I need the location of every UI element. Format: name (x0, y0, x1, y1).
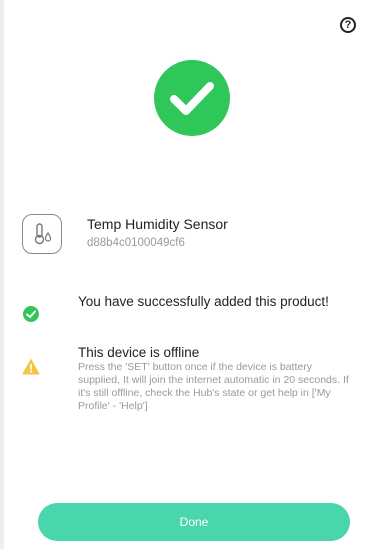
success-text: You have successfully added this product… (78, 294, 329, 309)
add-device-result-screen: ? Temp Humidity Sensor d88b4c0100049cf6 … (0, 0, 370, 549)
left-edge-divider (0, 0, 4, 549)
device-id: d88b4c0100049cf6 (87, 237, 185, 249)
success-message: You have successfully added this product… (22, 293, 352, 339)
question-circle-icon: ? (344, 18, 352, 31)
device-info: Temp Humidity Sensor d88b4c0100049cf6 (22, 212, 352, 262)
help-button[interactable]: ? (340, 17, 356, 33)
offline-message: This device is offline Press the 'SET' b… (22, 344, 352, 464)
check-circle-small-icon (22, 305, 40, 323)
done-button[interactable]: Done (38, 503, 350, 541)
warning-triangle-icon (22, 358, 40, 376)
device-name: Temp Humidity Sensor (87, 216, 228, 232)
offline-instructions: Press the 'SET' button once if the devic… (78, 361, 349, 412)
offline-title: This device is offline (78, 345, 200, 360)
thermometer-humidity-icon (22, 214, 62, 254)
success-check-icon (154, 60, 230, 136)
